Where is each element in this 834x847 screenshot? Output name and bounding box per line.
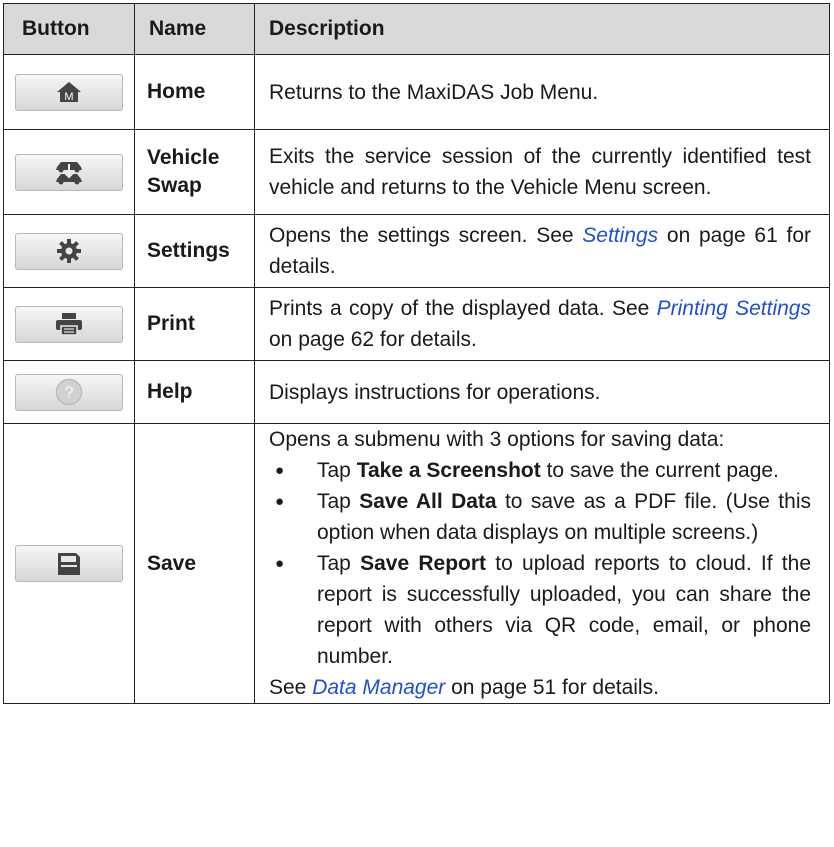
print-button[interactable] [15, 305, 123, 343]
help-icon: ? [55, 378, 83, 406]
settings-link[interactable]: Settings [582, 224, 658, 247]
name-cell: Settings [134, 214, 255, 288]
column-header-button: Button [3, 3, 135, 55]
toolbar-buttons-table: Button Name Description M Home Returns t… [3, 3, 830, 704]
column-header-name: Name [134, 3, 255, 55]
list-item: Tap Take a Screenshot to save the curren… [269, 455, 811, 486]
name-cell: Help [134, 360, 255, 424]
name-cell: Home [134, 54, 255, 130]
name-cell: Print [134, 287, 255, 361]
description-cell: Prints a copy of the displayed data. See… [254, 287, 830, 361]
table-row-settings: Settings Opens the settings screen. See … [3, 214, 830, 288]
save-intro: Opens a submenu with 3 options for savin… [269, 428, 725, 451]
name-cell: Save [134, 423, 255, 704]
column-header-description: Description [254, 3, 830, 55]
table-row-save: Save Opens a submenu with 3 options for … [3, 423, 830, 704]
printer-icon [56, 313, 82, 336]
description-cell: Opens the settings screen. See Settings … [254, 214, 830, 288]
table-row-vehicle-swap: Vehicle Swap Exits the service session o… [3, 129, 830, 215]
data-manager-link[interactable]: Data Manager [312, 676, 445, 699]
vehicle-swap-icon [56, 162, 82, 185]
description-cell: Returns to the MaxiDAS Job Menu. [254, 54, 830, 130]
home-button[interactable]: M [15, 73, 123, 111]
table-row-home: M Home Returns to the MaxiDAS Job Menu. [3, 54, 830, 130]
printing-settings-link[interactable]: Printing Settings [657, 297, 811, 320]
save-button[interactable] [15, 545, 123, 582]
home-icon: M [57, 82, 81, 103]
vehicle-swap-button[interactable] [15, 153, 123, 191]
table-row-print: Print Prints a copy of the displayed dat… [3, 287, 830, 361]
save-icon [58, 552, 80, 575]
table-header-row: Button Name Description [3, 3, 830, 55]
gear-icon [57, 239, 81, 263]
name-cell: Vehicle Swap [134, 129, 255, 215]
save-outro: See Data Manager on page 51 for details. [269, 676, 659, 699]
description-cell: Exits the service session of the current… [254, 129, 830, 215]
table-row-help: ? Help Displays instructions for operati… [3, 360, 830, 424]
svg-text:M: M [64, 91, 73, 103]
svg-text:?: ? [64, 383, 73, 402]
save-options-list: Tap Take a Screenshot to save the curren… [269, 455, 811, 672]
list-item: Tap Save Report to upload reports to clo… [269, 548, 811, 672]
help-button[interactable]: ? [15, 373, 123, 411]
description-cell: Displays instructions for operations. [254, 360, 830, 424]
list-item: Tap Save All Data to save as a PDF file.… [269, 486, 811, 548]
description-cell: Opens a submenu with 3 options for savin… [254, 423, 830, 704]
settings-button[interactable] [15, 232, 123, 270]
